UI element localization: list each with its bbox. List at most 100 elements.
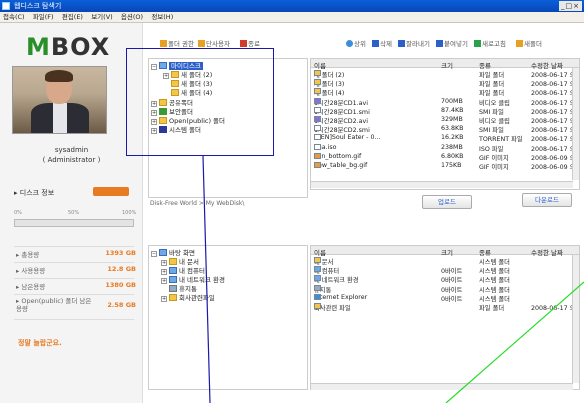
- refresh-icon: [474, 40, 481, 47]
- file-row[interactable]: 새 폴더 (4) 파일 폴더 2008-06-17 오: [311, 88, 573, 96]
- file-type: 파일 폴더: [479, 305, 505, 311]
- file-row[interactable]: 휴지통 0바이트 시스템 폴더: [311, 284, 573, 293]
- file-row[interactable]: 1시간28분CD1.smi 87.4KB SMI 파일 2008-06-17 오: [311, 106, 573, 115]
- file-name: con_bottom.gif: [314, 152, 362, 160]
- folder-icon: [314, 70, 321, 76]
- file-row[interactable]: 내 컴퓨터 0바이트 시스템 폴더: [311, 266, 573, 274]
- file-type: 파일 폴더: [479, 90, 505, 97]
- file-name: aaa.iso: [314, 143, 337, 151]
- paste-button[interactable]: 붙여넣기: [436, 38, 468, 48]
- exit-button[interactable]: 종료: [240, 38, 260, 48]
- stat-free: ▸ 남은용량 1380 GB: [16, 281, 136, 291]
- menu-info[interactable]: 정보(H): [148, 12, 176, 23]
- expand-icon: +: [161, 260, 167, 266]
- video-icon: [314, 116, 321, 122]
- tree-item-desktop[interactable]: − 바탕 화면: [151, 249, 195, 257]
- horizontal-scrollbar[interactable]: [311, 181, 573, 188]
- file-date: 2008-06-17 오: [531, 90, 573, 97]
- tree-item[interactable]: + 내 문서: [161, 258, 199, 266]
- local-file-list: 이름 크기 종류 수정한 날짜 내 문서 시스템 폴더 내 컴퓨터 0바이트 시스템 폴…: [310, 245, 580, 390]
- col-date[interactable]: 수정한 날짜: [531, 60, 563, 70]
- file-size: 63.8KB: [441, 125, 464, 133]
- folder-icon: [314, 79, 321, 86]
- file-date: 2008-06-17 오: [531, 99, 573, 106]
- user-icon: [198, 40, 205, 47]
- desktop-icon: [159, 249, 167, 256]
- file-row[interactable]: con_bottom.gif 6.80KB GIF 이미지 2008-06-09 오: [311, 152, 573, 161]
- file-name: new_table_bg.gif: [314, 162, 368, 169]
- col-type[interactable]: 종류: [479, 60, 491, 70]
- vertical-scrollbar[interactable]: [572, 255, 579, 383]
- tree-item[interactable]: + 회사관련파일: [161, 294, 215, 302]
- up-button[interactable]: 상위: [346, 38, 366, 48]
- file-row[interactable]: Internet Explorer 0바이트 시스템 폴더: [311, 293, 573, 302]
- horizontal-scrollbar[interactable]: [311, 383, 573, 390]
- file-size: 0바이트: [441, 286, 463, 293]
- file-date: 2008-06-17 오전 (: [531, 305, 573, 311]
- col-size[interactable]: 크기: [441, 247, 453, 257]
- file-row[interactable]: 1시간28분CD2.smi 63.8KB SMI 파일 2008-06-17 오: [311, 125, 573, 133]
- cut-button[interactable]: 잘라내기: [398, 38, 430, 48]
- col-size[interactable]: 크기: [441, 60, 453, 70]
- file-row[interactable]: 회사관련 파일 파일 폴더 2008-06-17 오전 (: [311, 303, 573, 311]
- stat-total: ▸ 총용량 1393 GB: [16, 249, 136, 259]
- file-row[interactable]: 내 문서 시스템 폴더: [311, 257, 573, 265]
- remote-file-list: 이름 크기 종류 수정한 날짜 새 폴더 (2) 파일 폴더 2008-06-17 …: [310, 58, 580, 190]
- file-size: 0바이트: [441, 295, 463, 302]
- file-size: 238MB: [441, 143, 463, 151]
- menu-options[interactable]: 옵션(O): [118, 12, 146, 23]
- gauge-tick: 100%: [122, 210, 137, 216]
- file-date: 2008-06-17 오: [531, 72, 573, 78]
- paste-icon: [436, 40, 443, 47]
- col-date[interactable]: 수정한 날짜: [531, 247, 563, 257]
- user-panel: MBOX sysadmin ( Administrator ) ▸ 디스크 정보…: [0, 23, 143, 403]
- file-icon: [314, 143, 321, 150]
- folder-permission-button[interactable]: 폴더 권한: [160, 38, 194, 48]
- disk-usage-gauge: 0% 50% 100%: [14, 210, 137, 232]
- tree-item[interactable]: 휴지통: [169, 285, 197, 293]
- tree-item[interactable]: + 내 컴퓨터: [161, 267, 205, 275]
- tree-item[interactable]: + 내 네트워크 환경: [161, 276, 225, 284]
- col-name[interactable]: 이름: [314, 60, 326, 70]
- folder-icon: [314, 88, 321, 95]
- file-date: 2008-06-17 오: [531, 118, 573, 124]
- file-row[interactable]: [AEN]Soul Eater - 0... 16.2KB TORRENT 파일 20…: [311, 134, 573, 142]
- user-button[interactable]: 단사용자: [198, 38, 230, 48]
- video-icon: [314, 97, 321, 104]
- delete-button[interactable]: 삭제: [372, 38, 392, 48]
- expand-icon: +: [161, 278, 167, 284]
- file-name: 내 컴퓨터: [314, 266, 340, 275]
- file-date: 2008-06-17 오: [531, 108, 573, 115]
- file-row[interactable]: 새 폴더 (2) 파일 폴더 2008-06-17 오: [311, 70, 573, 78]
- local-folder-tree: − 바탕 화면 + 내 문서 + 내 컴퓨터 + 내 네트워크 환경 휴지통 + 회사관련…: [148, 245, 308, 390]
- file-type: TORRENT 파일: [479, 136, 523, 143]
- refresh-button[interactable]: 새로고침: [474, 38, 506, 48]
- col-name[interactable]: 이름: [314, 247, 326, 257]
- window-controls[interactable]: _□×: [559, 1, 582, 11]
- file-row[interactable]: 1시간28분CD1.avi 700MB 비디오 클립 2008-06-17 오: [311, 97, 573, 106]
- upload-button[interactable]: 업로드: [422, 195, 472, 209]
- network-icon: [169, 276, 177, 283]
- vertical-scrollbar[interactable]: [572, 68, 579, 180]
- stat-public-free: ▸ Open(public) 폴더 남은용량: [16, 297, 92, 313]
- menu-connect[interactable]: 접속(C): [0, 12, 28, 23]
- file-name: 휴지통: [314, 284, 332, 293]
- file-row[interactable]: 1시간28분CD2.avi 329MB 비디오 클립 2008-06-17 오: [311, 116, 573, 124]
- file-row[interactable]: new_table_bg.gif 175KB GIF 이미지 2008-06-09 오: [311, 162, 573, 170]
- gauge-tick: 0%: [14, 210, 22, 216]
- new-folder-button[interactable]: 새폴더: [516, 38, 542, 48]
- file-row[interactable]: 새 폴더 (3) 파일 폴더 2008-06-17 오: [311, 79, 573, 87]
- file-row[interactable]: aaa.iso 238MB ISO 파일 2008-06-17 오: [311, 143, 573, 152]
- file-size: 6.80KB: [441, 152, 464, 160]
- file-row[interactable]: 내 네트워크 환경 0바이트 시스템 폴더: [311, 275, 573, 283]
- download-button[interactable]: 다운로드: [522, 193, 572, 207]
- menu-edit[interactable]: 편집(E): [59, 12, 86, 23]
- file-date: 2008-06-17 오: [531, 81, 573, 88]
- disk-info-badge[interactable]: [93, 187, 129, 196]
- col-type[interactable]: 종류: [479, 247, 491, 257]
- menu-view[interactable]: 보기(V): [88, 12, 115, 23]
- file-type: ISO 파일: [479, 145, 504, 152]
- file-date: 2008-06-09 오: [531, 164, 573, 170]
- menu-file[interactable]: 파일(F): [30, 12, 57, 23]
- file-date: 2008-06-17 오: [531, 145, 573, 152]
